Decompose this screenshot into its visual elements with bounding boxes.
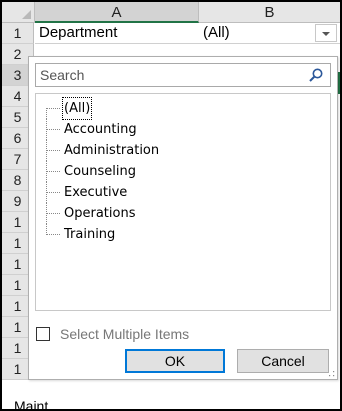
- filter-dropdown-button[interactable]: [315, 24, 337, 42]
- list-item[interactable]: Administration: [36, 140, 326, 161]
- select-multiple-label: Select Multiple Items: [60, 326, 190, 342]
- list-item-all[interactable]: (All): [36, 97, 326, 120]
- list-item[interactable]: Training: [36, 224, 326, 245]
- filter-items-list: (All) Accounting Administration Counseli…: [35, 93, 331, 311]
- list-item-label: Operations: [64, 206, 136, 221]
- list-item-label: (All): [61, 97, 93, 120]
- column-header-a[interactable]: A: [35, 2, 199, 23]
- filter-dropdown-panel: (All) Accounting Administration Counseli…: [28, 56, 338, 380]
- list-item-label: Executive: [64, 185, 128, 200]
- list-item[interactable]: Executive: [36, 182, 326, 203]
- list-item-label: Counseling: [64, 164, 136, 179]
- list-item-label: Administration: [64, 143, 160, 158]
- list-item[interactable]: Accounting: [36, 119, 326, 140]
- spreadsheet-window: A B 1 2 3 4 5 6 7 8 9 1 1 1 1 1 1 1 1 De…: [0, 0, 342, 411]
- cell-a1-department[interactable]: Department: [39, 23, 117, 43]
- ok-button[interactable]: OK: [125, 349, 225, 373]
- list-item[interactable]: Operations: [36, 203, 326, 224]
- cell-b1-filter-value[interactable]: (All): [203, 23, 230, 43]
- resize-grip-icon[interactable]: [327, 369, 335, 377]
- list-item[interactable]: Counseling: [36, 161, 326, 182]
- row-1: Department (All): [35, 23, 340, 44]
- search-input[interactable]: [36, 64, 294, 86]
- list-item-label: Accounting: [64, 122, 137, 137]
- select-multiple-option[interactable]: Select Multiple Items: [36, 325, 189, 343]
- search-icon[interactable]: [308, 67, 324, 83]
- list-item-label: Training: [64, 227, 116, 242]
- row-header[interactable]: 1: [2, 23, 34, 44]
- select-multiple-checkbox[interactable]: [36, 327, 50, 341]
- cell-partial-text[interactable]: Maint: [14, 398, 48, 409]
- select-all-corner[interactable]: [2, 2, 35, 23]
- search-box: [35, 63, 331, 87]
- cancel-button[interactable]: Cancel: [237, 349, 329, 373]
- column-header-b[interactable]: B: [199, 2, 340, 23]
